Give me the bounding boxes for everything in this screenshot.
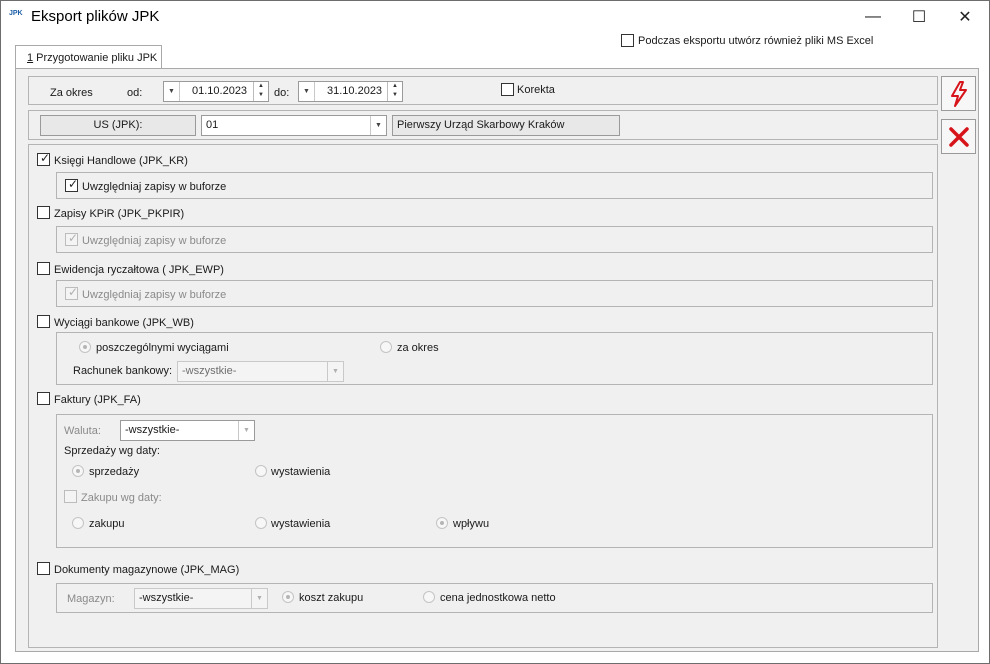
radio-dot xyxy=(76,469,80,473)
ewp-buffer-checkbox[interactable]: ✓ xyxy=(65,285,79,300)
ewp-checkbox[interactable] xyxy=(37,262,50,275)
jpk-app-icon: JPK xyxy=(9,10,23,17)
to-label: do: xyxy=(274,87,290,99)
chevron-down-icon[interactable]: ▼ xyxy=(238,421,254,440)
mag-warehouse-select[interactable]: -wszystkie- ▼ xyxy=(134,588,268,609)
fa-sales-opt2-label: wystawienia xyxy=(271,466,331,478)
radio-dot xyxy=(286,595,290,599)
radio-dot xyxy=(83,345,87,349)
excel-export-label: Podczas eksportu utwórz również pliki MS… xyxy=(638,35,874,47)
close-window-button[interactable]: ✕ xyxy=(942,1,988,32)
tab-label: Przygotowanie pliku JPK xyxy=(33,52,158,64)
export-jpk-window: JPK Eksport plików JPK — ☐ ✕ Podczas eks… xyxy=(0,0,990,664)
to-date-spinner[interactable]: ▲ ▼ xyxy=(387,82,402,101)
from-label: od: xyxy=(127,87,143,99)
fa-checkbox[interactable] xyxy=(37,392,50,405)
maximize-button[interactable]: ☐ xyxy=(896,1,942,32)
fa-currency-label: Waluta: xyxy=(64,425,101,437)
to-date-field[interactable]: 31.10.2023 ▼ ▲ ▼ xyxy=(298,81,403,102)
ewp-label: Ewidencja ryczałtowa ( JPK_EWP) xyxy=(54,264,224,276)
kr-buffer-label: Uwzględniaj zapisy w buforze xyxy=(82,181,227,193)
check-icon: ✓ xyxy=(68,177,79,191)
mag-warehouse-label: Magazyn: xyxy=(67,593,115,605)
mag-warehouse-value: -wszystkie- xyxy=(139,592,194,604)
pkpir-label: Zapisy KPiR (JPK_PKPIR) xyxy=(54,208,185,220)
chevron-down-icon[interactable]: ▼ xyxy=(327,362,343,381)
ewp-buffer-label: Uwzględniaj zapisy w buforze xyxy=(82,289,227,301)
red-x-icon xyxy=(948,126,969,147)
check-icon: ✓ xyxy=(68,231,79,245)
fa-sales-opt1-label: sprzedaży xyxy=(89,466,140,478)
fa-purchase-checkbox[interactable] xyxy=(64,490,77,503)
fa-purchase-opt2-label: wystawienia xyxy=(271,518,331,530)
mag-radio-purchase-cost[interactable] xyxy=(282,591,294,603)
fa-currency-value: -wszystkie- xyxy=(125,424,180,436)
mag-radio-unit-price[interactable] xyxy=(423,591,435,603)
us-code-value: 01 xyxy=(206,119,219,131)
kr-label: Księgi Handlowe (JPK_KR) xyxy=(54,155,188,167)
excel-export-checkbox[interactable] xyxy=(621,34,634,47)
window-title: Eksport plików JPK xyxy=(31,8,160,25)
pkpir-buffer-checkbox[interactable]: ✓ xyxy=(65,231,79,246)
us-label-button[interactable]: US (JPK): xyxy=(40,115,196,136)
fa-sales-by-date-label: Sprzedaży wg daty: xyxy=(64,445,160,457)
pkpir-buffer-label: Uwzględniaj zapisy w buforze xyxy=(82,235,227,247)
wb-account-label: Rachunek bankowy: xyxy=(73,365,173,377)
wb-radio-statements[interactable] xyxy=(79,341,91,353)
check-icon: ✓ xyxy=(68,285,79,299)
wb-label: Wyciągi bankowe (JPK_WB) xyxy=(54,317,194,329)
kr-checkbox[interactable]: ✓ xyxy=(37,151,51,166)
chevron-down-icon[interactable]: ▼ xyxy=(370,116,386,135)
spin-down-icon[interactable]: ▼ xyxy=(388,91,402,100)
us-code-select[interactable]: 01 ▼ xyxy=(201,115,387,136)
from-date-dropdown-icon[interactable]: ▼ xyxy=(164,82,180,101)
check-icon: ✓ xyxy=(40,151,51,165)
cancel-button[interactable] xyxy=(941,119,976,154)
period-label: Za okres xyxy=(50,87,93,99)
tab-przygotowanie[interactable]: 1 Przygotowanie pliku JPK xyxy=(15,45,162,69)
fa-purchase-radio-purchase[interactable] xyxy=(72,517,84,529)
spin-up-icon[interactable]: ▲ xyxy=(254,82,268,91)
wb-radio-period[interactable] xyxy=(380,341,392,353)
fa-sales-radio-sale[interactable] xyxy=(72,465,84,477)
fa-purchase-radio-issue[interactable] xyxy=(255,517,267,529)
to-date-dropdown-icon[interactable]: ▼ xyxy=(299,82,315,101)
wb-account-value: -wszystkie- xyxy=(182,365,237,377)
export-run-button[interactable] xyxy=(941,76,976,111)
us-name-field: Pierwszy Urząd Skarbowy Kraków xyxy=(392,115,620,136)
to-date-value: 31.10.2023 xyxy=(327,85,383,97)
wb-opt2-label: za okres xyxy=(397,342,439,354)
fa-currency-select[interactable]: -wszystkie- ▼ xyxy=(120,420,255,441)
mag-opt1-label: koszt zakupu xyxy=(299,592,364,604)
mag-checkbox[interactable] xyxy=(37,562,50,575)
from-date-value: 01.10.2023 xyxy=(192,85,248,97)
correction-label: Korekta xyxy=(517,84,555,96)
spin-down-icon[interactable]: ▼ xyxy=(254,91,268,100)
kr-buffer-checkbox[interactable]: ✓ xyxy=(65,177,79,192)
wb-account-select[interactable]: -wszystkie- ▼ xyxy=(177,361,344,382)
fa-purchase-radio-receipt[interactable] xyxy=(436,517,448,529)
fa-purchase-opt1-label: zakupu xyxy=(89,518,125,530)
wb-checkbox[interactable] xyxy=(37,315,50,328)
fa-sales-radio-issue[interactable] xyxy=(255,465,267,477)
minimize-button[interactable]: — xyxy=(850,1,896,32)
wb-opt1-label: poszczególnymi wyciągami xyxy=(96,342,229,354)
fa-purchase-opt3-label: wpływu xyxy=(453,518,490,530)
correction-checkbox[interactable] xyxy=(501,83,514,96)
spin-up-icon[interactable]: ▲ xyxy=(388,82,402,91)
chevron-down-icon[interactable]: ▼ xyxy=(251,589,267,608)
from-date-field[interactable]: 01.10.2023 ▼ ▲ ▼ xyxy=(163,81,269,102)
from-date-spinner[interactable]: ▲ ▼ xyxy=(253,82,268,101)
lightning-icon xyxy=(950,80,967,107)
mag-label: Dokumenty magazynowe (JPK_MAG) xyxy=(54,564,240,576)
pkpir-checkbox[interactable] xyxy=(37,206,50,219)
fa-label: Faktury (JPK_FA) xyxy=(54,394,141,406)
title-bar: JPK Eksport plików JPK — ☐ ✕ xyxy=(1,1,989,32)
mag-opt2-label: cena jednostkowa netto xyxy=(440,592,556,604)
radio-dot xyxy=(440,521,444,525)
fa-purchase-by-date-label: Zakupu wg daty: xyxy=(81,492,162,504)
